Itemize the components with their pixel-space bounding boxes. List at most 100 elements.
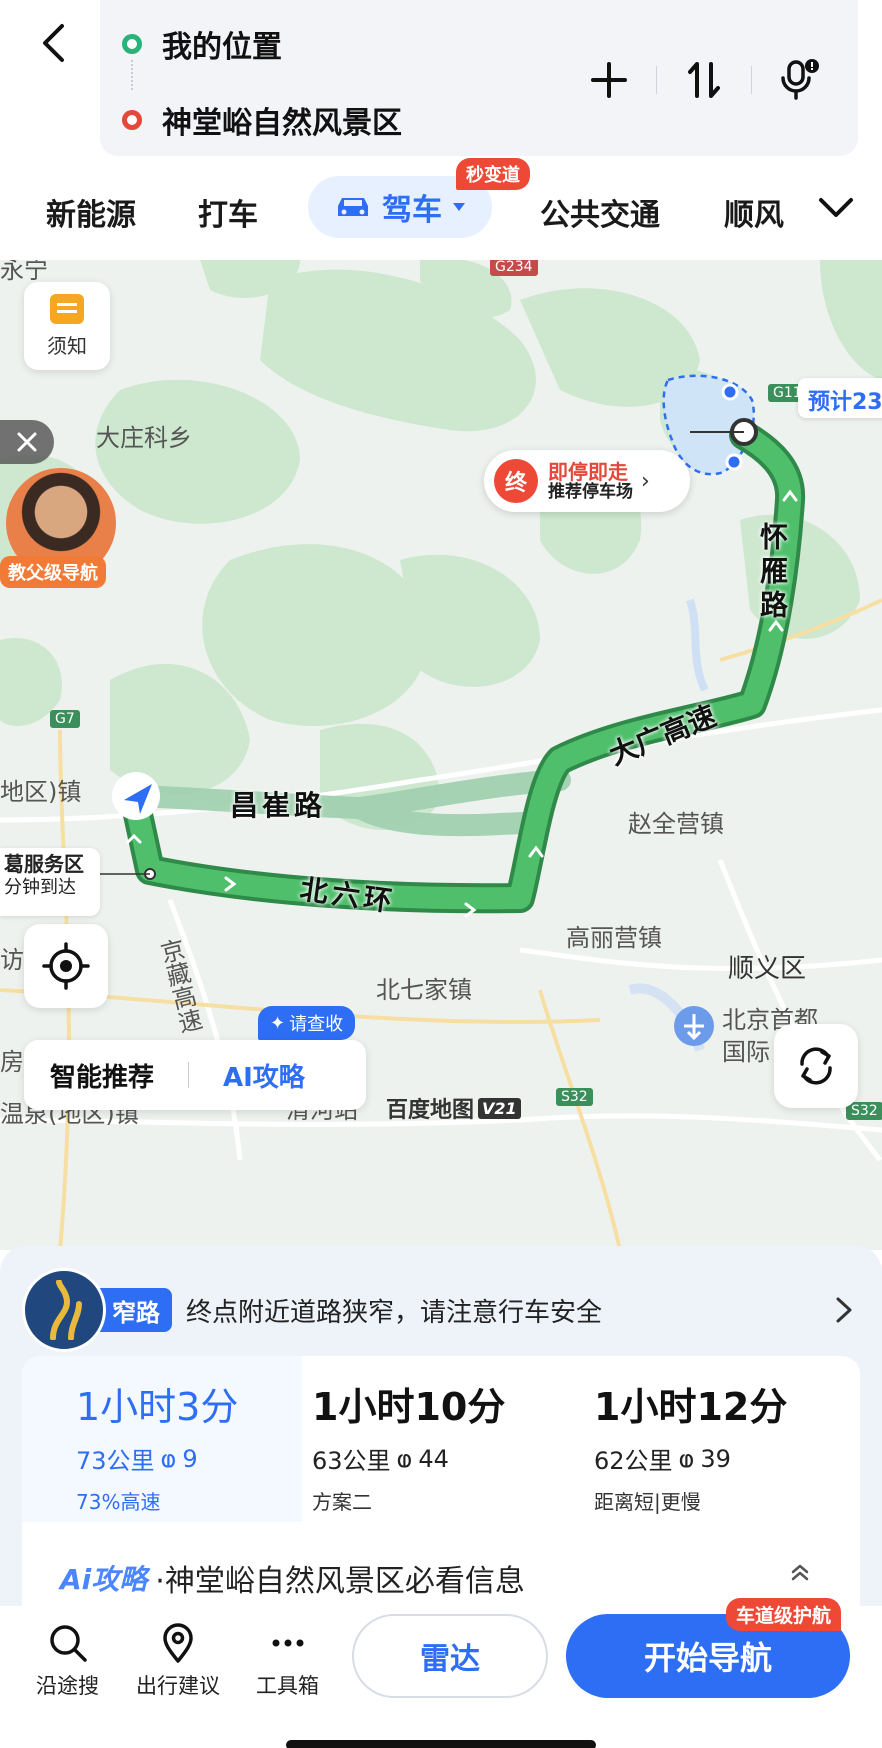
search-icon bbox=[49, 1625, 87, 1662]
voice-input-button[interactable] bbox=[764, 52, 834, 108]
refresh-route-button[interactable] bbox=[774, 1024, 858, 1108]
traffic-light-icon: ⱷ bbox=[678, 1444, 695, 1473]
tab-carpool[interactable]: 顺风 bbox=[724, 190, 784, 234]
smart-recommend-button[interactable]: 智能推荐 bbox=[50, 1057, 154, 1094]
highway-shield: G234 bbox=[490, 260, 538, 276]
highway-shield: G7 bbox=[50, 710, 80, 728]
crosshair-icon bbox=[42, 942, 90, 990]
highway-shield: S32 bbox=[846, 1102, 882, 1120]
radar-button[interactable]: 雷达 bbox=[352, 1614, 548, 1698]
travel-advice-label: 出行建议 bbox=[136, 1674, 220, 1698]
voice-guide-avatar[interactable]: 教父级导航 bbox=[0, 468, 116, 588]
service-area-name: 葛服务区 bbox=[4, 852, 84, 876]
origin-label: 我的位置 bbox=[162, 30, 282, 65]
parking-subtitle: 推荐停车场 bbox=[548, 481, 633, 502]
traffic-light-icon: ⱷ bbox=[160, 1444, 177, 1473]
travel-advice-button[interactable]: 出行建议 bbox=[136, 1622, 220, 1700]
plan-lights: 9 bbox=[182, 1444, 198, 1473]
smart-bar-divider bbox=[188, 1062, 190, 1088]
plan-note: 73%高速 bbox=[76, 1490, 161, 1514]
add-waypoint-button[interactable] bbox=[574, 52, 644, 108]
parking-suggestion[interactable]: 终 即停即走 推荐停车场 › bbox=[484, 450, 690, 512]
place-label: 顺义区 bbox=[728, 954, 807, 984]
place-label: 北七家镇 bbox=[376, 976, 472, 1004]
close-guide-button[interactable] bbox=[0, 420, 54, 464]
origin-field[interactable]: 我的位置 bbox=[122, 22, 282, 66]
route-plan-2[interactable]: 1小时10分 63公里 ⱷ 44 方案二 bbox=[312, 1356, 582, 1522]
caret-down-icon bbox=[453, 203, 465, 211]
chevron-right-icon: › bbox=[641, 468, 650, 494]
tab-public-transit[interactable]: 公共交通 bbox=[540, 190, 660, 234]
parking-title: 即停即走 bbox=[548, 459, 628, 484]
notice-button[interactable]: 须知 bbox=[24, 282, 110, 370]
place-label: 房 bbox=[0, 1048, 24, 1076]
location-pin-icon bbox=[163, 1623, 193, 1663]
map-view[interactable]: G234 G7 G111 S32 S32 永宁 大庄科乡 地区)镇 赵全营镇 高… bbox=[0, 260, 882, 1250]
check-chip-label: 请查收 bbox=[289, 1014, 344, 1035]
brand-version: V21 bbox=[478, 1097, 521, 1119]
destination-field[interactable]: 神堂峪自然风景区 bbox=[122, 98, 402, 142]
narrow-road-icon bbox=[22, 1268, 106, 1352]
traffic-light-icon: ⱷ bbox=[396, 1444, 413, 1473]
place-label: 高丽营镇 bbox=[566, 924, 662, 952]
place-label: 国际 bbox=[722, 1038, 770, 1066]
place-label: 赵全营镇 bbox=[628, 810, 724, 838]
place-label: 地区)镇 bbox=[0, 778, 82, 806]
brand-name: 百度地图 bbox=[386, 1098, 475, 1123]
route-plan-3[interactable]: 1小时12分 62公里 ⱷ 39 距离短|更慢 bbox=[594, 1356, 860, 1522]
action-divider bbox=[751, 66, 752, 94]
chevron-right-icon bbox=[826, 1292, 862, 1328]
action-divider bbox=[656, 66, 657, 94]
eta-chip: 预计23 bbox=[798, 378, 882, 418]
map-brand-logo: 百度地图 V21 bbox=[386, 1092, 521, 1124]
destination-label: 神堂峪自然风景区 bbox=[162, 106, 402, 141]
double-chevron-up-icon bbox=[791, 1564, 809, 1581]
close-icon bbox=[17, 432, 37, 452]
locate-button[interactable] bbox=[24, 924, 108, 1008]
plan-lights: 44 bbox=[418, 1444, 449, 1473]
ai-guide-button[interactable]: AI攻略 bbox=[223, 1057, 305, 1094]
route-plan-1[interactable]: 1小时3分 73公里 ⱷ 9 73%高速 bbox=[22, 1356, 302, 1522]
ai-guide-row[interactable]: Ai攻略 ·神堂峪自然风景区必看信息 bbox=[60, 1556, 809, 1600]
home-indicator bbox=[286, 1740, 596, 1748]
chevron-down-icon bbox=[819, 198, 853, 217]
along-search-button[interactable]: 沿途搜 bbox=[36, 1622, 99, 1700]
back-button[interactable] bbox=[28, 18, 78, 68]
ai-guide-label: Ai攻略 bbox=[60, 1563, 148, 1596]
tab-drive-badge: 秒变道 bbox=[456, 158, 530, 190]
microphone-icon bbox=[781, 59, 819, 100]
plan-note: 距离短|更慢 bbox=[594, 1490, 701, 1514]
chevron-left-icon bbox=[43, 24, 64, 62]
more-dots-icon bbox=[272, 1639, 303, 1647]
tab-taxi[interactable]: 打车 bbox=[198, 190, 258, 234]
lane-guard-badge: 车道级护航 bbox=[726, 1598, 842, 1631]
more-tabs-button[interactable] bbox=[812, 186, 860, 230]
toolbox-button[interactable]: 工具箱 bbox=[256, 1622, 319, 1700]
road-label: 怀雁路 bbox=[756, 522, 789, 624]
route-actions bbox=[574, 52, 834, 108]
tab-new-energy[interactable]: 新能源 bbox=[46, 190, 136, 234]
place-label: 大庄科乡 bbox=[96, 424, 192, 452]
check-chip: ✦ 请查收 bbox=[258, 1006, 356, 1040]
along-search-label: 沿途搜 bbox=[36, 1674, 99, 1698]
bottom-action-bar: 沿途搜 出行建议 工具箱 雷达 开始导航 车道级护航 bbox=[0, 1598, 882, 1748]
origin-dot-icon bbox=[122, 34, 142, 54]
plan-distance: 73公里 bbox=[76, 1447, 155, 1475]
alert-text: 终点附近道路狭窄，请注意行车安全 bbox=[186, 1297, 603, 1328]
swap-route-button[interactable] bbox=[669, 52, 739, 108]
swap-icon bbox=[688, 62, 720, 98]
service-area-chip[interactable]: 葛服务区 分钟到达 bbox=[0, 848, 100, 916]
plan-note: 方案二 bbox=[312, 1490, 372, 1514]
tab-drive-label: 驾车 bbox=[382, 193, 442, 228]
service-area-eta: 分钟到达 bbox=[4, 877, 76, 898]
plan-time: 1小时10分 bbox=[312, 1385, 506, 1429]
road-label: 昌崔路 bbox=[230, 789, 327, 822]
route-connector bbox=[131, 60, 133, 90]
narrow-road-alert[interactable]: 窄路 终点附近道路狭窄，请注意行车安全 bbox=[22, 1268, 862, 1352]
route-header: 我的位置 神堂峪自然风景区 bbox=[0, 0, 882, 160]
end-marker: 终 bbox=[494, 459, 538, 503]
toolbox-label: 工具箱 bbox=[256, 1674, 319, 1698]
sparkle-icon: ✦ bbox=[270, 1012, 286, 1034]
route-options-card: 1小时3分 73公里 ⱷ 9 73%高速 1小时10分 63公里 ⱷ 44 方案… bbox=[22, 1356, 860, 1636]
transport-tabs: 新能源 打车 驾车 秒变道 公共交通 顺风 bbox=[0, 158, 882, 260]
